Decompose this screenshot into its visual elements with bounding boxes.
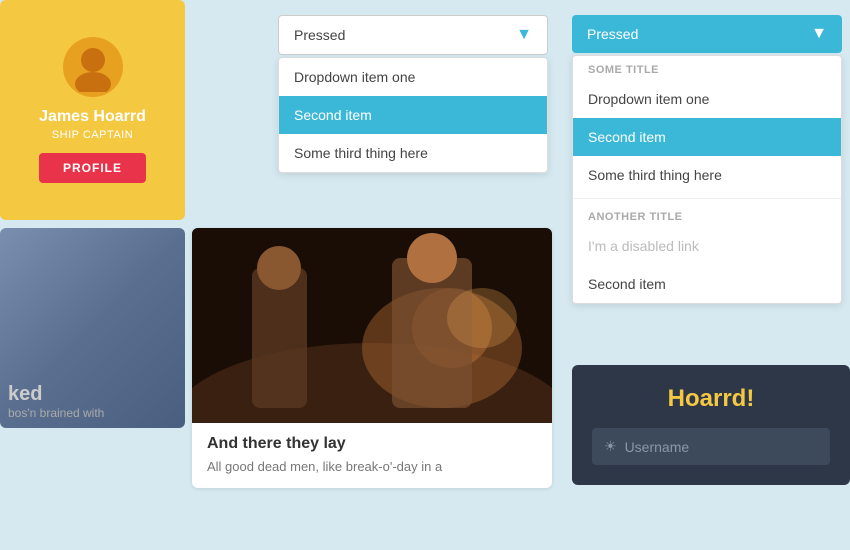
dropdown-rich-selected-label: Pressed	[587, 26, 638, 42]
dropdown-section-1-title: SOME TITLE	[573, 56, 841, 80]
dropdown-rich-s1-item-2[interactable]: Second item	[573, 118, 841, 156]
dropdown-simple-selected-label: Pressed	[294, 27, 345, 43]
chevron-down-icon-rich: ▼	[811, 25, 827, 43]
dropdown-rich-menu: SOME TITLE Dropdown item one Second item…	[572, 55, 842, 304]
username-input[interactable]	[625, 439, 818, 455]
username-field-wrapper: ☀	[592, 428, 830, 465]
dropdown-simple-trigger[interactable]: Pressed ▼	[278, 15, 548, 55]
dropdown-rich-s2-item-1: I'm a disabled link	[573, 227, 841, 265]
dropdown-simple-menu: Dropdown item one Second item Some third…	[278, 57, 548, 173]
avatar	[63, 37, 123, 97]
profile-title: SHIP CAPTAIN	[52, 129, 133, 141]
dropdown-rich-trigger[interactable]: Pressed ▼	[572, 15, 842, 53]
chevron-down-icon: ▼	[516, 26, 532, 44]
dropdown-rich-s1-item-1[interactable]: Dropdown item one	[573, 80, 841, 118]
image-card-center: And there they lay All good dead men, li…	[192, 228, 552, 488]
dropdown-simple-item-3[interactable]: Some third thing here	[279, 134, 547, 172]
login-card: Hoarrd! ☀	[572, 365, 850, 485]
profile-card: James Hoarrd SHIP CAPTAIN PROFILE	[0, 0, 185, 220]
dropdown-simple-item-2[interactable]: Second item	[279, 96, 547, 134]
dropdown-simple-item-1[interactable]: Dropdown item one	[279, 58, 547, 96]
image-left-text: ked bos'n brained with	[8, 383, 104, 420]
painting-image	[192, 228, 552, 423]
profile-button[interactable]: PROFILE	[39, 153, 146, 183]
dropdown-rich: Pressed ▼ SOME TITLE Dropdown item one S…	[572, 15, 842, 304]
profile-name: James Hoarrd	[39, 107, 146, 126]
login-title: Hoarrd!	[592, 385, 830, 413]
user-icon: ☀	[604, 438, 617, 455]
image-left-text-line2: bos'n brained with	[8, 406, 104, 420]
dropdown-section-2-title: ANOTHER TITLE	[573, 203, 841, 227]
image-left-text-line1: ked	[8, 383, 104, 406]
image-card-body: And there they lay All good dead men, li…	[192, 423, 552, 488]
image-card-description: All good dead men, like break-o'-day in …	[207, 458, 537, 476]
image-left-painting: ked bos'n brained with	[0, 228, 185, 428]
dropdown-rich-s2-item-2[interactable]: Second item	[573, 265, 841, 303]
image-card-left: ked bos'n brained with	[0, 228, 185, 428]
dropdown-simple: Pressed ▼ Dropdown item one Second item …	[278, 15, 548, 173]
dropdown-divider	[573, 198, 841, 199]
image-card-title: And there they lay	[207, 435, 537, 453]
dropdown-rich-s1-item-3[interactable]: Some third thing here	[573, 156, 841, 194]
